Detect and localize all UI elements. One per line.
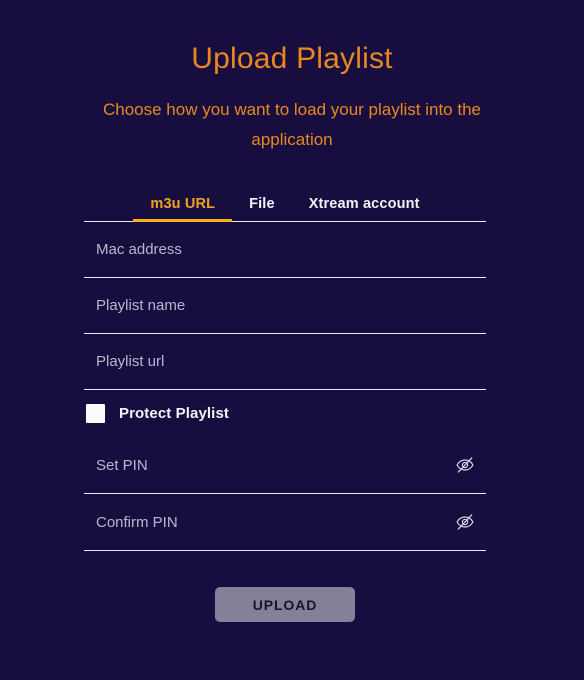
submit-row: UPLOAD [84,587,486,622]
upload-form: m3u URL File Xtream account Protect Play… [84,185,486,622]
tab-m3u-url[interactable]: m3u URL [133,186,232,222]
mac-address-field[interactable] [84,222,486,278]
page-header: Upload Playlist Choose how you want to l… [0,0,584,155]
tab-file[interactable]: File [232,186,292,221]
mac-address-input[interactable] [84,222,486,277]
set-pin-input[interactable] [84,437,450,493]
playlist-name-field[interactable] [84,278,486,334]
confirm-pin-input[interactable] [84,494,450,550]
eye-slash-icon [455,455,475,475]
protect-playlist-row[interactable]: Protect Playlist [84,390,486,437]
protect-playlist-label: Protect Playlist [119,405,229,422]
set-pin-field[interactable] [84,437,486,494]
confirm-pin-field[interactable] [84,494,486,551]
tab-xtream-account[interactable]: Xtream account [292,186,437,221]
playlist-url-input[interactable] [84,334,486,389]
eye-slash-icon [455,512,475,532]
page-subtitle: Choose how you want to load your playlis… [102,100,481,149]
page-title: Upload Playlist [191,42,393,75]
upload-button[interactable]: UPLOAD [215,587,355,622]
source-tabs: m3u URL File Xtream account [84,185,486,222]
upload-playlist-page: Upload Playlist Choose how you want to l… [0,0,584,680]
set-pin-visibility-toggle[interactable] [450,450,480,480]
confirm-pin-visibility-toggle[interactable] [450,507,480,537]
playlist-name-input[interactable] [84,278,486,333]
protect-playlist-checkbox[interactable] [86,404,105,423]
playlist-url-field[interactable] [84,334,486,390]
